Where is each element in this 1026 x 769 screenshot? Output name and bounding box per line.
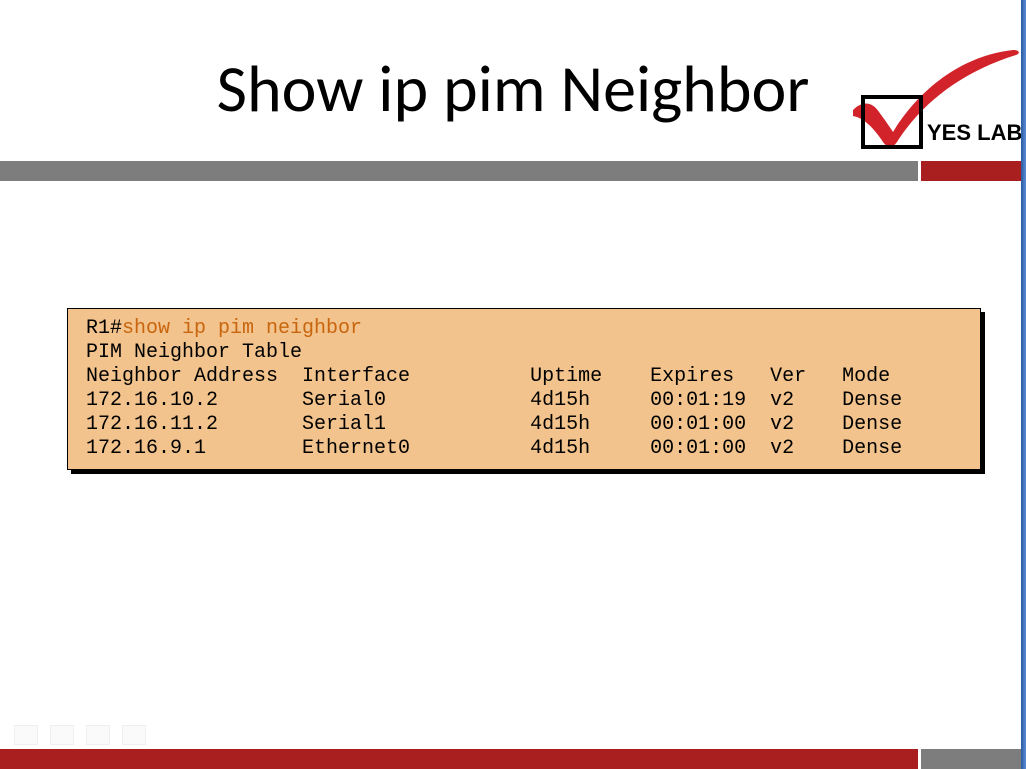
terminal-command: show ip pim neighbor (122, 317, 362, 340)
table-row: 172.16.9.1 Ethernet0 4d15h 00:01:00 v2 D… (86, 437, 962, 461)
yeslab-logo: YES LAB (831, 42, 1021, 152)
bottom-divider (0, 747, 1026, 769)
presentation-controls[interactable] (14, 725, 146, 745)
prev-slide-icon[interactable] (14, 725, 38, 745)
top-bar-gray (0, 161, 918, 181)
terminal-columns: Neighbor Address Interface Uptime Expire… (86, 365, 962, 389)
pen-tool-icon[interactable] (50, 725, 74, 745)
terminal-rows: 172.16.10.2 Serial0 4d15h 00:01:19 v2 De… (86, 389, 962, 461)
terminal-command-line: R1#show ip pim neighbor (86, 317, 962, 341)
window-right-edge (1021, 0, 1026, 769)
next-slide-icon[interactable] (122, 725, 146, 745)
terminal-heading: PIM Neighbor Table (86, 341, 962, 365)
logo-text: YES LAB (927, 120, 1021, 145)
table-row: 172.16.11.2 Serial1 4d15h 00:01:00 v2 De… (86, 413, 962, 437)
terminal-output: R1#show ip pim neighbor PIM Neighbor Tab… (67, 308, 981, 470)
bottom-bar-red (0, 749, 918, 769)
terminal-prompt: R1# (86, 317, 122, 340)
menu-icon[interactable] (86, 725, 110, 745)
bottom-bar-gray (921, 749, 1021, 769)
top-bar-red (921, 161, 1021, 181)
top-divider (0, 160, 1026, 182)
logo-svg: YES LAB (831, 42, 1021, 152)
table-row: 172.16.10.2 Serial0 4d15h 00:01:19 v2 De… (86, 389, 962, 413)
